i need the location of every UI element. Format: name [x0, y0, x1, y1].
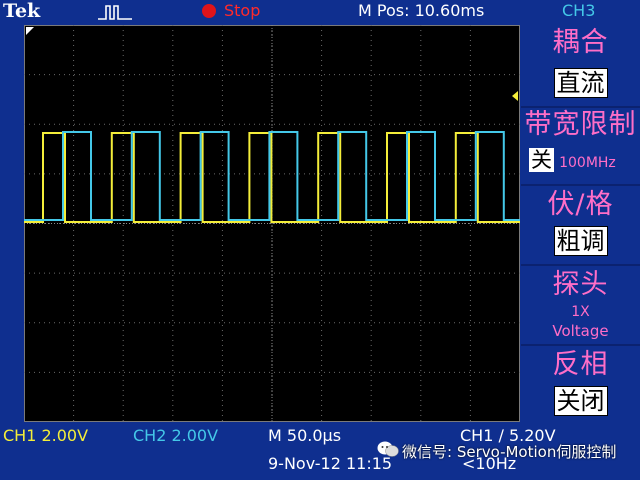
bandwidth-label: 带宽限制 [524, 109, 637, 140]
waveform-display[interactable] [24, 25, 520, 422]
ch1-scale: CH1 2.00V [3, 426, 89, 445]
active-channel-label: CH3 [562, 1, 596, 20]
brand-logo: Tek [3, 0, 41, 22]
trigger-level-marker [512, 91, 518, 101]
invert-value: 关闭 [553, 386, 608, 416]
invert-label: 反相 [552, 349, 609, 380]
graticule-and-traces [24, 25, 520, 422]
coupling-label: 耦合 [552, 27, 609, 58]
coupling-button[interactable]: 直流 [521, 68, 640, 98]
menu-divider [521, 264, 640, 266]
probe-value-2[interactable]: Voltage [521, 322, 640, 340]
timebase-readout: M 50.0µs [268, 426, 342, 445]
bandwidth-value: 100MHz [559, 155, 616, 171]
ch2-scale: CH2 2.00V [133, 426, 219, 445]
volts-div-button[interactable]: 粗调 [521, 226, 640, 256]
bandwidth-value-box: 关 [529, 148, 554, 172]
volts-div-value: 粗调 [553, 226, 608, 256]
coupling-value: 直流 [553, 68, 608, 98]
watermark-text: 微信号: Servo-Motion伺服控制 [402, 443, 617, 461]
menu-divider [521, 106, 640, 108]
wechat-icon [377, 441, 399, 457]
probe-label: 探头 [552, 269, 609, 300]
menu-divider [521, 344, 640, 346]
bandwidth-button[interactable]: 关 100MHz [521, 148, 640, 172]
status-bar: Tek Stop M Pos: 10.60ms CH3 [0, 0, 640, 22]
menu-divider [521, 184, 640, 186]
volts-div-label: 伏/格 [547, 189, 614, 220]
horizontal-position: M Pos: 10.60ms [358, 1, 485, 20]
trigger-position-marker [26, 27, 34, 35]
acquisition-status: Stop [224, 1, 261, 20]
ch1-trace [24, 132, 520, 223]
probe-value-1[interactable]: 1X [521, 304, 640, 320]
stop-indicator-icon [202, 4, 216, 18]
channel-menu: 耦合 直流 带宽限制 关 100MHz 伏/格 粗调 探头 1X Voltage… [521, 22, 640, 422]
invert-button[interactable]: 关闭 [521, 386, 640, 416]
trigger-pulse-icon [98, 5, 132, 20]
date-time: 9-Nov-12 11:15 [268, 454, 393, 473]
